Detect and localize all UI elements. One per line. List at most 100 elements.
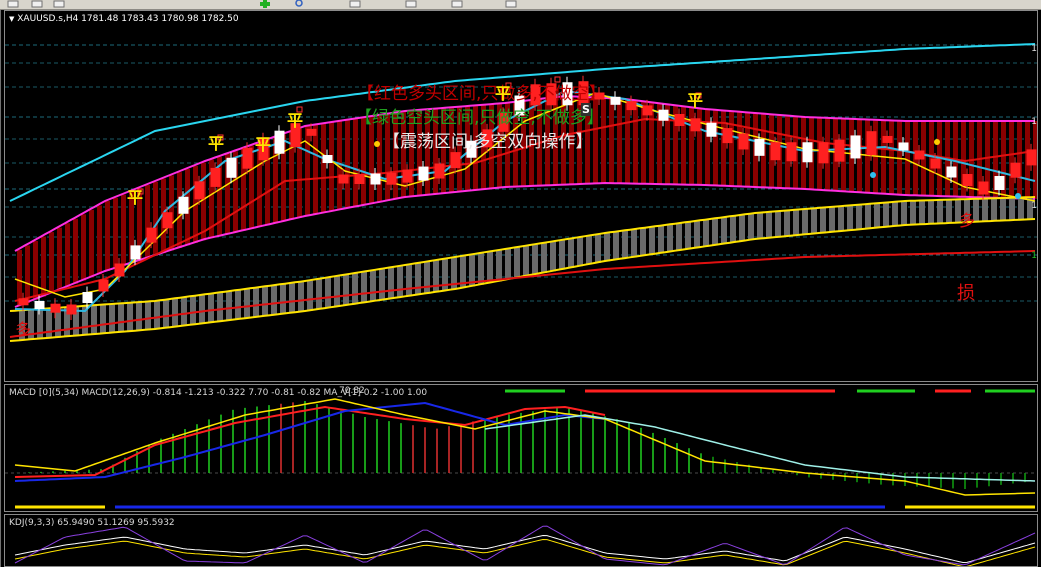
band-bar	[329, 122, 334, 212]
channel-bar	[748, 213, 754, 241]
candle-body	[402, 169, 413, 183]
candle-body	[786, 142, 797, 162]
channel-bar	[199, 295, 205, 324]
channel-bar	[541, 243, 547, 273]
channel-bar	[640, 228, 646, 256]
candle-body	[1010, 162, 1021, 178]
channel-bar	[1018, 197, 1024, 220]
band-bar	[721, 110, 726, 186]
channel-bar	[874, 203, 880, 228]
channel-bar	[820, 207, 826, 233]
ping-marker: 平	[255, 135, 272, 154]
channel-bar	[568, 238, 574, 268]
channel-bar	[775, 211, 781, 238]
signal-dot	[870, 172, 876, 178]
channel-bar	[361, 272, 367, 303]
price-panel[interactable]: ▼ XAUUSD.s,H4 1781.48 1783.43 1780.98 17…	[4, 10, 1038, 382]
candle-body	[18, 298, 29, 306]
channel-bar	[262, 286, 268, 317]
candle-body	[770, 142, 781, 161]
toolbar-btn-8[interactable]	[450, 0, 464, 8]
channel-bar	[622, 230, 628, 259]
candle-body	[146, 227, 157, 243]
macd-cyan-line	[484, 414, 1036, 482]
new-order-icon[interactable]	[6, 0, 20, 8]
band-bar	[57, 227, 62, 291]
channel-bar	[496, 250, 502, 282]
candle-body	[930, 158, 941, 169]
toolbar	[0, 0, 1041, 10]
channel-bar	[865, 204, 871, 229]
chart-window[interactable]: ▼ XAUUSD.s,H4 1781.48 1783.43 1780.98 17…	[0, 10, 1041, 567]
band-bar	[41, 236, 46, 297]
channel-bar	[181, 297, 187, 326]
channel-bar	[919, 200, 925, 225]
band-bar	[113, 197, 118, 269]
channel-bar	[505, 249, 511, 280]
channel-bar	[811, 208, 817, 234]
channel-bar	[604, 233, 610, 262]
price-label: 1	[1031, 201, 1037, 211]
channel-bar	[586, 236, 592, 265]
candle-body	[418, 166, 429, 181]
candle-body	[162, 212, 173, 229]
toolbar-btn-9[interactable]	[504, 0, 518, 8]
band-bar	[705, 109, 710, 185]
candle-body	[626, 101, 637, 111]
candle-body	[690, 118, 701, 132]
band-bar	[73, 218, 78, 284]
sun-marker: 损	[957, 283, 975, 304]
channel-bar	[937, 200, 943, 224]
candle-body	[194, 181, 205, 200]
toolbar-btn-6[interactable]	[348, 0, 362, 8]
channel-bar	[307, 280, 313, 311]
candle-body	[322, 155, 333, 163]
channel-bar	[316, 279, 322, 310]
kdj-panel[interactable]: KDJ(9,3,3) 65.9490 51.1269 95.5932	[4, 514, 1038, 567]
candle-body	[34, 301, 45, 309]
channel-bar	[928, 200, 934, 224]
signal-dot	[374, 141, 380, 147]
zoom-icon[interactable]	[292, 0, 306, 8]
kdj-header: KDJ(9,3,3) 65.9490 51.1269 95.5932	[9, 518, 175, 528]
duo-marker: 多	[15, 320, 32, 339]
band-bar	[361, 117, 366, 206]
candle-body	[434, 163, 445, 179]
add-icon[interactable]	[258, 0, 272, 8]
s-marker: S	[581, 103, 591, 116]
band-bar	[617, 98, 622, 184]
channel-bar	[703, 219, 709, 247]
band-bar	[33, 241, 38, 300]
band-bar	[81, 214, 86, 281]
candle-body	[610, 96, 621, 105]
channel-bar	[325, 277, 331, 309]
channel-bar	[784, 210, 790, 237]
candle-body	[354, 174, 365, 184]
channel-bar	[685, 222, 691, 250]
duo-marker: 多	[959, 211, 976, 230]
toolbar-btn-7[interactable]	[404, 0, 418, 8]
band-bar	[65, 223, 70, 287]
band-bar	[345, 120, 350, 209]
channel-bar	[631, 229, 637, 258]
band-bar	[49, 232, 54, 294]
channel-bar	[109, 304, 115, 333]
band-bar	[153, 181, 158, 256]
channel-bar	[190, 296, 196, 325]
channel-bar	[802, 209, 808, 235]
dropdown-triangle-icon[interactable]: ▼	[9, 15, 14, 23]
band-bar	[313, 124, 318, 215]
ping-marker: 平	[287, 111, 304, 130]
channel-bar	[136, 302, 142, 331]
band-bar	[369, 116, 374, 204]
channel-bar	[532, 244, 538, 275]
macd-panel[interactable]: MACD [0](5,34) MACD(12,26,9) -0.814 -1.2…	[4, 384, 1038, 512]
candle-body	[274, 130, 285, 154]
channel-bar	[271, 285, 277, 316]
symbol-header: ▼ XAUUSD.s,H4 1781.48 1783.43 1780.98 17…	[9, 14, 239, 24]
symbol-header-text: XAUUSD.s,H4 1781.48 1783.43 1780.98 1782…	[17, 14, 239, 24]
toolbar-btn-3[interactable]	[52, 0, 66, 8]
chart-icon[interactable]	[30, 0, 44, 8]
channel-bar	[649, 227, 655, 255]
band-bar	[1009, 121, 1014, 199]
